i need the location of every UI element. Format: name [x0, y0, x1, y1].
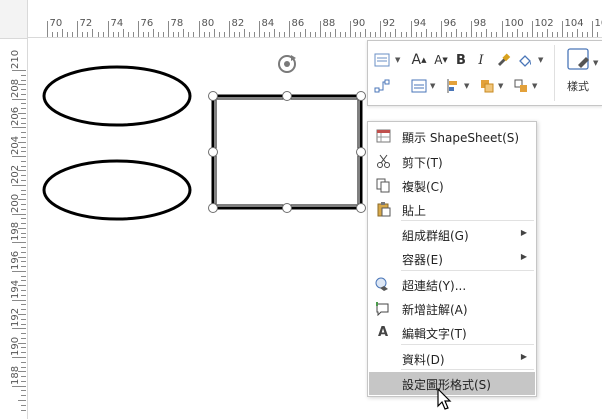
fill-color-dropdown-icon[interactable]: ▼ — [538, 56, 543, 64]
connector-icon[interactable] — [371, 76, 393, 96]
shrink-font-button[interactable]: A ▼ — [430, 50, 452, 70]
chevron-right-icon: ▶ — [520, 252, 527, 261]
resize-handle-bottom-right[interactable] — [356, 203, 366, 213]
chevron-right-icon: ▶ — [520, 352, 527, 361]
styles-icon — [566, 47, 592, 73]
menu-item-label: 容器(E) — [402, 253, 443, 267]
selected-rectangle-shape[interactable] — [211, 94, 363, 210]
align-shapes-dropdown-icon[interactable]: ▼ — [464, 82, 469, 90]
menu-item-label: 超連結(Y)... — [402, 279, 467, 293]
menu-item-group[interactable]: 組成群組(G) ▶ — [369, 223, 535, 246]
menu-item-label: 貼上 — [402, 204, 427, 218]
scissors-icon — [375, 153, 391, 169]
menu-item-cut[interactable]: 剪下(T) — [369, 150, 535, 173]
menu-item-label: 編輯文字(T) — [402, 327, 467, 341]
menu-separator — [401, 369, 534, 370]
resize-handle-left[interactable] — [208, 147, 218, 157]
italic-button[interactable]: I — [470, 50, 492, 70]
resize-handle-top-right[interactable] — [356, 91, 366, 101]
resize-handle-top-left[interactable] — [208, 91, 218, 101]
fill-color-icon[interactable] — [514, 50, 536, 70]
shape-style-icon[interactable] — [371, 50, 393, 70]
menu-item-label: 複製(C) — [402, 180, 444, 194]
shape-style-dropdown-icon[interactable]: ▼ — [395, 56, 400, 64]
menu-item-paste[interactable]: 貼上 — [369, 198, 535, 221]
menu-item-edit-text[interactable]: A 編輯文字(T) — [369, 321, 535, 344]
styles-label: 樣式 — [567, 80, 589, 93]
styles-dropdown-icon: ▼ — [593, 59, 599, 67]
group-icon[interactable] — [510, 76, 532, 96]
menu-item-label: 剪下(T) — [402, 156, 443, 170]
resize-handle-right[interactable] — [356, 147, 366, 157]
menu-item-label: 顯示 ShapeSheet(S) — [402, 131, 520, 145]
menu-separator — [401, 270, 534, 271]
format-painter-icon[interactable] — [492, 50, 514, 70]
mouse-cursor-icon — [437, 388, 452, 410]
bold-button[interactable]: B — [450, 50, 472, 70]
arrange-dropdown-icon[interactable]: ▼ — [498, 82, 503, 90]
menu-item-label: 資料(D) — [402, 353, 445, 367]
grow-font-label: A — [411, 52, 422, 68]
toolbar-separator — [554, 45, 555, 101]
rotation-handle-icon[interactable] — [278, 55, 296, 73]
group-dropdown-icon[interactable]: ▼ — [532, 82, 537, 90]
menu-item-add-comment[interactable]: 新增註解(A) — [369, 297, 535, 320]
bold-label: B — [456, 52, 466, 68]
resize-handle-bottom-left[interactable] — [208, 203, 218, 213]
chevron-right-icon: ▶ — [520, 228, 527, 237]
arrange-icon[interactable] — [476, 76, 498, 96]
menu-item-hyperlink[interactable]: 超連結(Y)... — [369, 273, 535, 296]
shrink-font-label: A — [434, 53, 443, 67]
text-align-icon[interactable] — [408, 76, 430, 96]
edit-text-icon: A — [377, 324, 389, 340]
copy-icon — [375, 177, 391, 193]
resize-handle-bottom[interactable] — [282, 203, 292, 213]
comment-icon — [375, 300, 391, 316]
menu-item-copy[interactable]: 複製(C) — [369, 174, 535, 197]
menu-item-show-shapesheet[interactable]: 顯示 ShapeSheet(S) — [369, 125, 535, 148]
context-menu: 顯示 ShapeSheet(S) 剪下(T) 複製(C) 貼上 組成群組(G) ▶ 容器(E… — [367, 121, 537, 397]
grow-font-button[interactable]: A ▲ — [408, 50, 430, 70]
menu-item-label: 新增註解(A) — [402, 303, 468, 317]
menu-separator — [401, 344, 534, 345]
resize-handle-top[interactable] — [282, 91, 292, 101]
shapesheet-icon — [375, 128, 391, 144]
ellipse-shape-bottom[interactable] — [42, 159, 192, 221]
menu-item-container[interactable]: 容器(E) ▶ — [369, 247, 535, 270]
styles-button[interactable]: 樣式 ▼ — [559, 45, 599, 101]
italic-label: I — [478, 52, 484, 68]
paste-icon — [375, 201, 391, 217]
text-align-dropdown-icon[interactable]: ▼ — [430, 82, 435, 90]
hyperlink-icon — [375, 276, 391, 292]
menu-item-data[interactable]: 資料(D) ▶ — [369, 347, 535, 370]
align-shapes-icon[interactable] — [442, 76, 464, 96]
menu-item-label: 組成群組(G) — [402, 229, 469, 243]
mini-toolbar: ▼ A ▲ A ▼ B I ▼ ▼ ▼ ▼ ▼ 樣式 ▼ — [367, 40, 602, 106]
menu-separator — [401, 220, 534, 221]
ellipse-shape-top[interactable] — [42, 65, 192, 127]
